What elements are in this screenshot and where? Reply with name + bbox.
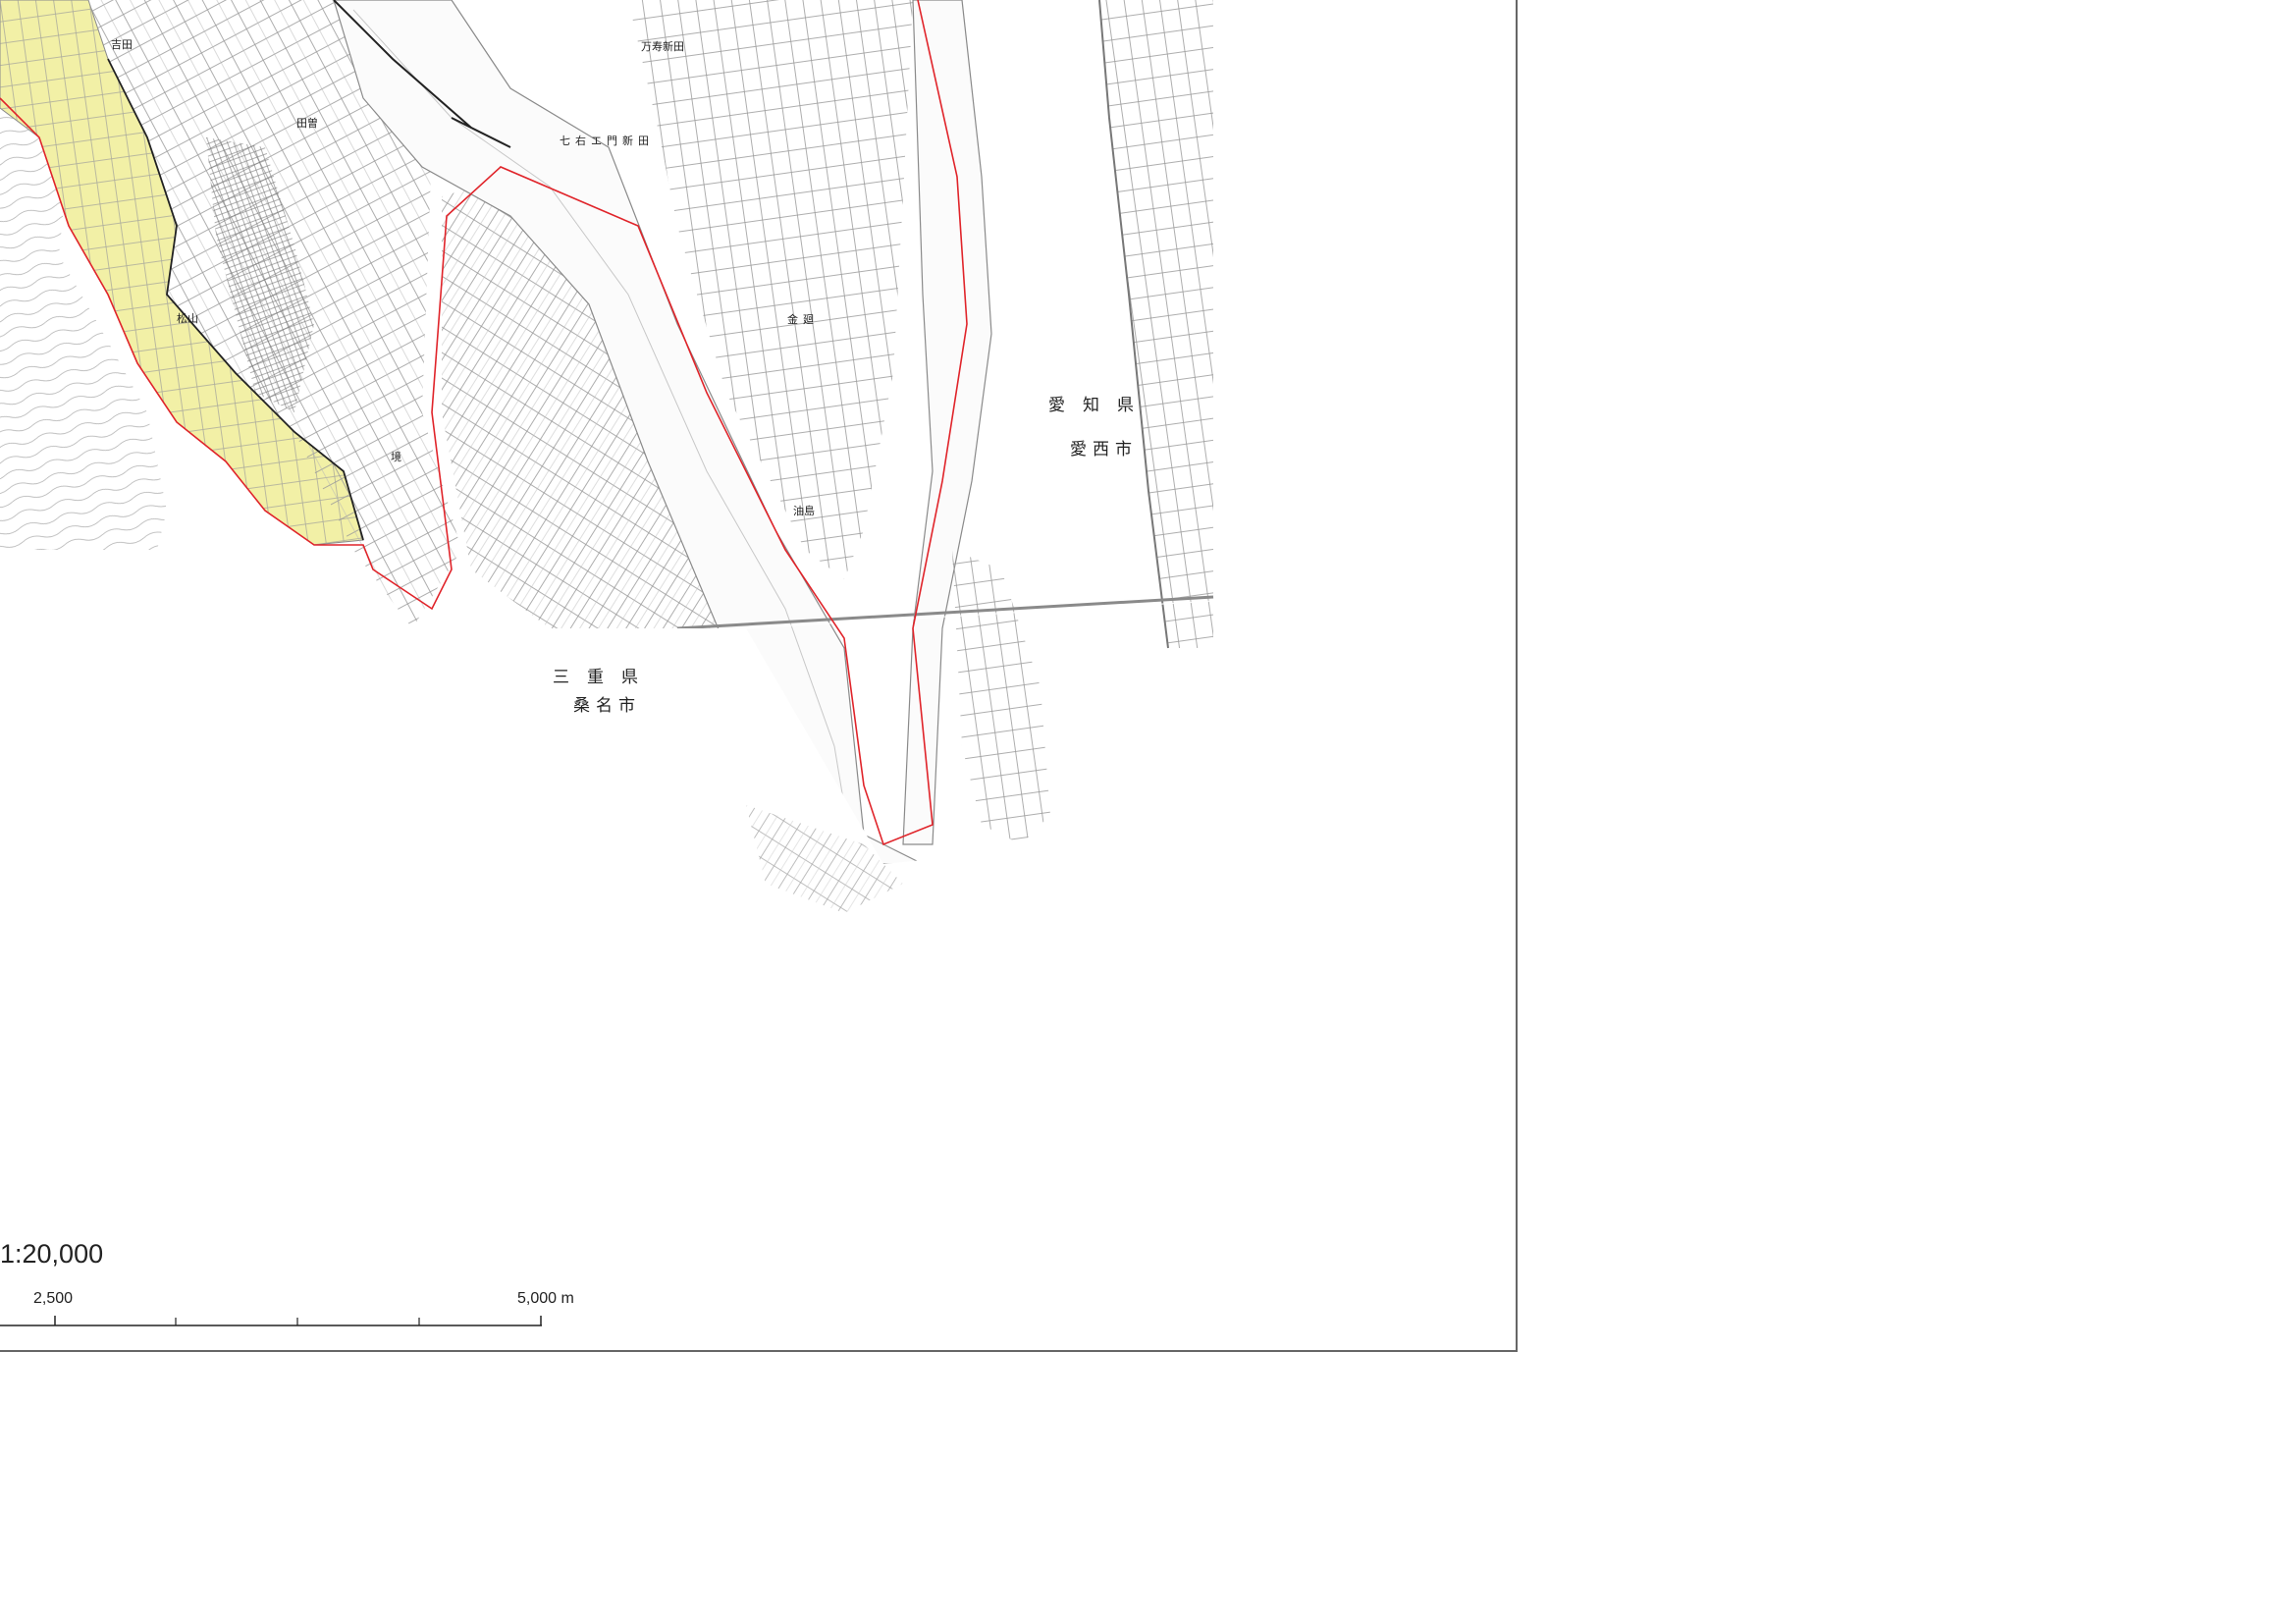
place-label-manju-shinden: 万寿新田 bbox=[641, 40, 684, 53]
place-label-yoshida: 吉田 bbox=[111, 38, 133, 51]
scale-ratio: 1:20,000 bbox=[0, 1239, 104, 1269]
prefecture-label-mie: 三重県 bbox=[553, 668, 656, 687]
place-label-shichiemon-shinden: 七右エ門新田 bbox=[560, 135, 654, 147]
city-label-aisai: 愛西市 bbox=[1070, 440, 1138, 460]
map-frame: 吉田 田曽 松山 境 七右エ門新田 万寿新田 金廻 油島 三重県 桑名市 愛知県… bbox=[0, 0, 1518, 1352]
city-label-kuwana: 桑名市 bbox=[573, 696, 641, 716]
map-canvas[interactable] bbox=[0, 0, 1518, 1352]
place-label-matsuyama: 松山 bbox=[177, 312, 198, 325]
scale-bar bbox=[0, 1316, 542, 1326]
prefecture-label-aichi: 愛知県 bbox=[1048, 396, 1151, 415]
east-island bbox=[952, 550, 1050, 844]
place-label-kyo: 境 bbox=[391, 451, 401, 463]
place-label-tadeso: 田曽 bbox=[296, 117, 318, 130]
place-label-aburajima: 油島 bbox=[793, 505, 815, 517]
place-label-kinsei: 金廻 bbox=[787, 313, 819, 326]
